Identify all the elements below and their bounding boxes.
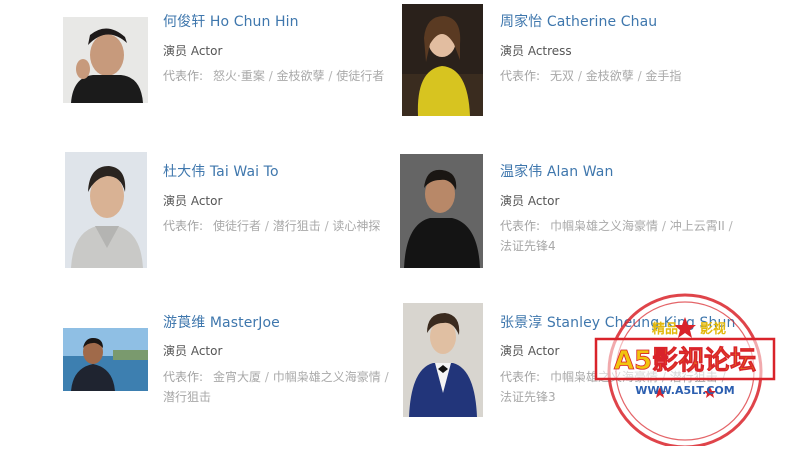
- separator: /: [633, 69, 646, 83]
- works-label: 代表作:: [500, 69, 541, 83]
- work-link[interactable]: 金枝欲孽: [277, 69, 325, 83]
- watermark-url: WWW.A5LT.COM: [635, 384, 734, 397]
- actor-photo[interactable]: [403, 303, 483, 417]
- actor-role: 演员 Actor: [163, 344, 223, 358]
- separator: /: [261, 219, 273, 233]
- watermark-top-left: 精品: [652, 321, 678, 337]
- work-link[interactable]: 金枝欲孽: [586, 69, 634, 83]
- actor-name-link[interactable]: 游莨维 MasterJoe: [163, 312, 280, 332]
- separator: /: [724, 219, 733, 233]
- work-link[interactable]: 无双: [550, 69, 574, 83]
- actor-photo[interactable]: [65, 152, 147, 268]
- work-link[interactable]: 金手指: [645, 69, 681, 83]
- works-label: 代表作:: [163, 219, 204, 233]
- separator: /: [658, 219, 670, 233]
- works-label: 代表作:: [500, 219, 541, 233]
- watermark-title: A5影视论坛: [614, 346, 756, 376]
- actor-name-link[interactable]: 杜大伟 Tai Wai To: [163, 161, 279, 181]
- separator: /: [261, 370, 273, 384]
- works-label: 代表作:: [163, 370, 204, 384]
- work-link[interactable]: 金宵大厦: [213, 370, 261, 384]
- actor-role: 演员 Actress: [500, 44, 572, 58]
- work-link[interactable]: 潜行狙击: [163, 390, 211, 404]
- representative-works: 代表作: 使徒行者 / 潜行狙击 / 读心神探: [163, 216, 399, 236]
- works-label: 代表作:: [163, 69, 204, 83]
- actor-role: 演员 Actor: [500, 194, 560, 208]
- work-link[interactable]: 法证先锋3: [500, 390, 556, 404]
- works-label: 代表作:: [500, 370, 541, 384]
- representative-works: 代表作: 无双 / 金枝欲孽 / 金手指: [500, 66, 736, 86]
- work-link[interactable]: 巾帼枭雄之义海豪情: [273, 370, 381, 384]
- separator: /: [264, 69, 277, 83]
- actor-photo[interactable]: [400, 154, 483, 268]
- actor-photo[interactable]: [63, 328, 148, 391]
- actor-photo[interactable]: [63, 17, 148, 103]
- work-link[interactable]: 读心神探: [332, 219, 380, 233]
- actor-name-link[interactable]: 周家怡 Catherine Chau: [500, 11, 657, 31]
- work-link[interactable]: 潜行狙击: [273, 219, 321, 233]
- work-link[interactable]: 冲上云霄II: [670, 219, 725, 233]
- actor-role: 演员 Actor: [500, 344, 560, 358]
- actor-name-link[interactable]: 何俊轩 Ho Chun Hin: [163, 11, 299, 31]
- work-link[interactable]: 怒火·重案: [213, 69, 265, 83]
- work-link[interactable]: 法证先锋4: [500, 239, 556, 253]
- work-link[interactable]: 使徒行者: [213, 219, 261, 233]
- representative-works: 代表作: 怒火·重案 / 金枝欲孽 / 使徒行者: [163, 66, 399, 86]
- actor-name-link[interactable]: 温家伟 Alan Wan: [500, 161, 613, 181]
- separator: /: [320, 219, 333, 233]
- separator: /: [574, 69, 586, 83]
- watermark-seal: 精品 影视 A5影视论坛 WWW.A5LT.COM: [590, 287, 780, 449]
- separator: /: [380, 370, 389, 384]
- work-link[interactable]: 巾帼枭雄之义海豪情: [550, 219, 658, 233]
- representative-works: 代表作: 巾帼枭雄之义海豪情 / 冲上云霄II / 法证先锋4: [500, 216, 736, 256]
- actor-photo[interactable]: [402, 4, 483, 116]
- representative-works: 代表作: 金宵大厦 / 巾帼枭雄之义海豪情 / 潜行狙击: [163, 367, 399, 407]
- actor-role: 演员 Actor: [163, 194, 223, 208]
- actor-role: 演员 Actor: [163, 44, 223, 58]
- work-link[interactable]: 使徒行者: [336, 69, 384, 83]
- watermark-top-right: 影视: [700, 321, 726, 337]
- separator: /: [324, 69, 337, 83]
